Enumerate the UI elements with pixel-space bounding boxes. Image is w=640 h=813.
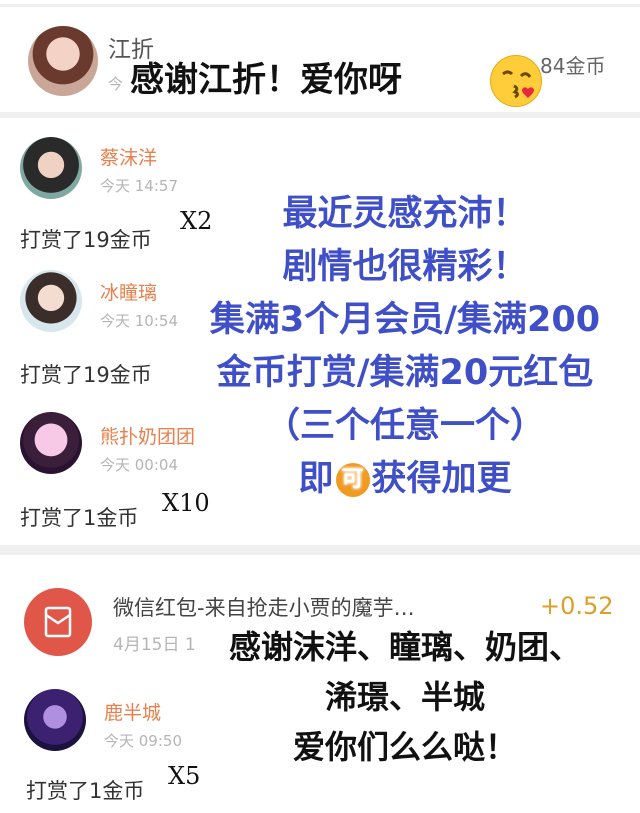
avatar[interactable] [24,689,86,751]
announcement-line: （三个任意一个） [264,406,545,446]
kiss-face-icon [490,55,542,107]
thanks-line: 感谢沫洋、瞳璃、奶团、 [228,628,581,666]
announcement-text: 即 [298,459,334,499]
announcement-line: 最近灵感充沛！ [282,194,528,234]
donation-time: 今天 14:57 [100,177,178,195]
donation-time: 今天 10:54 [100,312,178,330]
thanks-line: 爱你们么么哒！ [292,728,517,766]
avatar[interactable] [28,26,98,96]
announcement-line: 即可获得加更 [175,453,635,506]
donation-time: 今天 09:50 [104,732,182,750]
packet-date: 4月15日 1 [113,635,196,655]
avatar[interactable] [20,137,82,199]
donation-text: 打赏了19金币 [20,228,152,252]
announcement-line: 集满3个月会员/集满200 [209,300,601,340]
donation-amount: 84金币 [540,54,606,78]
top-divider [0,4,640,7]
wechat-packet-title: 微信红包-来自抢走小贾的魔芋… [113,596,415,620]
announcement-text: 获得加更 [371,459,512,499]
donation-text: 打赏了19金币 [20,363,152,387]
announcement-line: 剧情也很精彩！ [282,247,528,287]
donation-time: 今天 00:04 [100,456,178,474]
thanks-caption-bottom: 感谢沫洋、瞳璃、奶团、 浠璟、半城 爱你们么么哒！ [185,622,625,772]
donation-time: 今 [108,75,124,93]
donation-text: 打赏了1金币 [20,506,139,530]
section-divider [0,112,640,118]
thanks-line: 浠璟、半城 [324,678,485,716]
avatar[interactable] [20,412,82,474]
packet-amount: +0.52 [540,592,614,620]
thanks-caption-top: 感谢江折！爱你呀 [130,60,402,100]
section-divider [0,545,640,555]
donor-name: 冰瞳璃 [100,282,158,304]
announcement-line: 金币打赏/集满20元红包 [216,353,594,393]
donor-name: 鹿半城 [104,702,162,724]
announcement-caption: 最近灵感充沛！ 剧情也很精彩！ 集满3个月会员/集满200 金币打赏/集满20元… [175,188,635,506]
donation-text: 打赏了1金币 [26,779,145,803]
red-packet-icon [24,588,92,656]
donor-name: 蔡沫洋 [100,147,158,169]
ke-badge-icon: 可 [335,463,370,497]
avatar[interactable] [20,270,82,332]
